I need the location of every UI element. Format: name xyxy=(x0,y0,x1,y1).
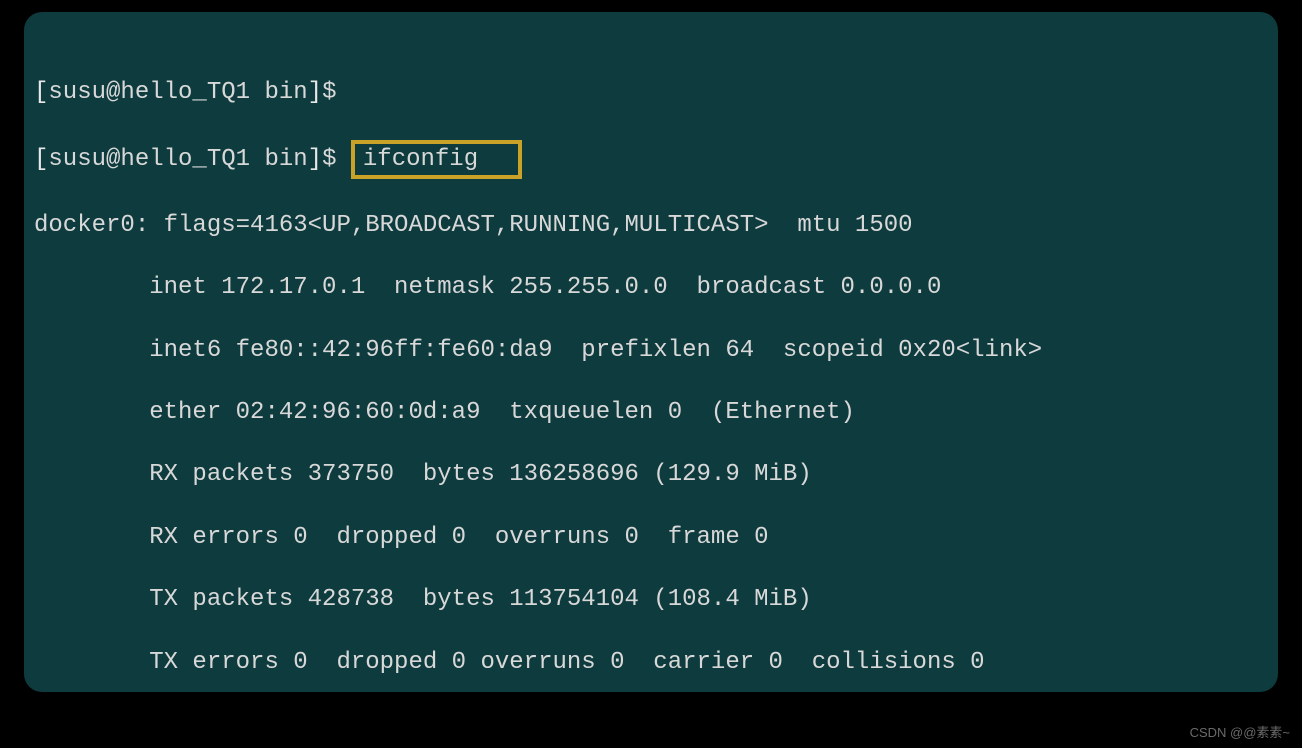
docker0-inet: inet 172.17.0.1 netmask 255.255.0.0 broa… xyxy=(34,272,1268,303)
terminal-window[interactable]: [susu@hello_TQ1 bin]$ [susu@hello_TQ1 bi… xyxy=(24,12,1278,692)
docker0-rx-packets: RX packets 373750 bytes 136258696 (129.9… xyxy=(34,459,1268,490)
docker0-tx-packets: TX packets 428738 bytes 113754104 (108.4… xyxy=(34,584,1268,615)
docker0-rx-errors: RX errors 0 dropped 0 overruns 0 frame 0 xyxy=(34,522,1268,553)
docker0-inet6: inet6 fe80::42:96ff:fe60:da9 prefixlen 6… xyxy=(34,335,1268,366)
docker0-tx-errors: TX errors 0 dropped 0 overruns 0 carrier… xyxy=(34,647,1268,678)
prompt-line-empty: [susu@hello_TQ1 bin]$ xyxy=(34,77,1268,108)
watermark: CSDN @@素素~ xyxy=(1190,725,1290,742)
docker0-header: docker0: flags=4163<UP,BROADCAST,RUNNING… xyxy=(34,210,1268,241)
command-highlight: ifconfig xyxy=(351,140,522,179)
docker0-ether: ether 02:42:96:60:0d:a9 txqueuelen 0 (Et… xyxy=(34,397,1268,428)
prompt-line-command: [susu@hello_TQ1 bin]$ ifconfig xyxy=(34,140,1268,179)
